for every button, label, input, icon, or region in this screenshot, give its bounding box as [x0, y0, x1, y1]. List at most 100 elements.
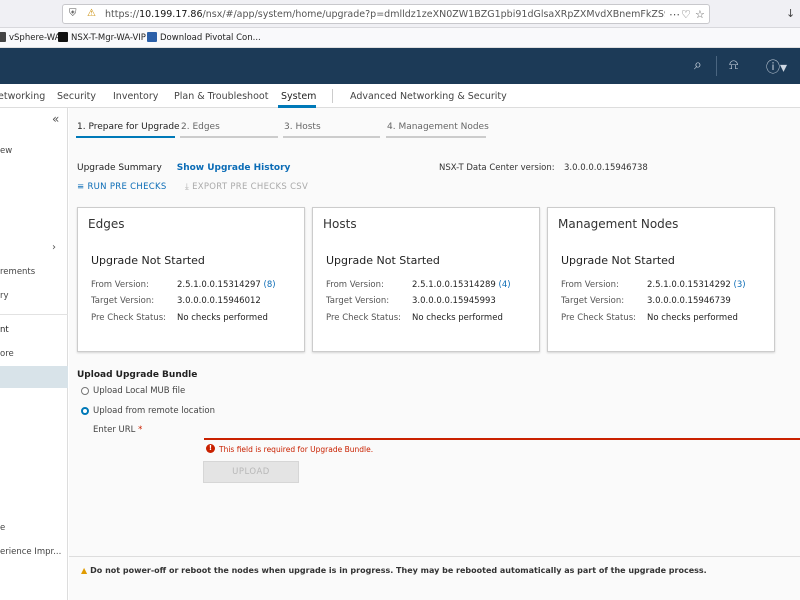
search-icon[interactable]: ⌕: [694, 57, 702, 73]
bell-icon[interactable]: ⍾: [729, 57, 738, 73]
radio-local-mub[interactable]: [81, 387, 89, 395]
bookmark-vsphere[interactable]: vSphere-WA: [0, 32, 60, 43]
tab-inventory[interactable]: Inventory: [113, 91, 158, 102]
bookmark-nsx[interactable]: NSX-T-Mgr-WA-VIP: [58, 32, 146, 43]
edges-card: Edges Upgrade Not Started From Version: …: [77, 207, 305, 352]
sidebar: « ew › rements ry nt ore e erience Impr.…: [0, 108, 68, 600]
version-value: 3.0.0.0.0.15946738: [564, 163, 648, 173]
sidebar-item-e[interactable]: e: [0, 523, 5, 533]
sidebar-item-upgrade-active[interactable]: [0, 366, 68, 388]
url-text[interactable]: https://10.199.17.86/nsx/#/app/system/ho…: [105, 9, 665, 20]
step-edges[interactable]: 2. Edges: [181, 122, 220, 132]
tab-networking[interactable]: etworking: [0, 91, 45, 102]
main-content: 1. Prepare for Upgrade 2. Edges 3. Hosts…: [69, 108, 800, 600]
address-bar[interactable]: ⛨ ⚠ https://10.199.17.86/nsx/#/app/syste…: [62, 4, 710, 24]
radio-remote-location[interactable]: [81, 407, 89, 415]
more-icon[interactable]: ⋯: [669, 8, 680, 21]
step-hosts-bar: [283, 136, 380, 138]
card-status: Upgrade Not Started: [561, 254, 675, 267]
step-management-bar: [386, 136, 486, 138]
management-nodes-card: Management Nodes Upgrade Not Started Fro…: [547, 207, 775, 352]
sidebar-item-overview[interactable]: ew: [0, 146, 12, 156]
edges-count-link[interactable]: (8): [264, 280, 276, 290]
sidebar-item-requirements[interactable]: rements: [0, 267, 35, 277]
url-field-label: Enter URL *: [93, 425, 143, 435]
step-edges-bar: [180, 136, 278, 138]
nav-divider: [332, 89, 333, 103]
step-management-nodes[interactable]: 4. Management Nodes: [387, 122, 489, 132]
insecure-lock-icon[interactable]: ⚠: [87, 8, 96, 19]
card-title: Hosts: [323, 217, 357, 231]
checklist-icon: ≡: [77, 182, 85, 192]
radio-remote-label[interactable]: Upload from remote location: [93, 406, 215, 416]
version-label: NSX-T Data Center version:: [439, 163, 555, 173]
from-version-value: 2.5.1.0.0.15314292 (3): [647, 280, 746, 290]
help-icon[interactable]: ⓘ▾: [766, 57, 787, 77]
sidebar-divider: [0, 314, 68, 315]
hosts-card: Hosts Upgrade Not Started From Version: …: [312, 207, 540, 352]
upload-bundle-title: Upload Upgrade Bundle: [77, 370, 198, 380]
collapse-sidebar-icon[interactable]: «: [52, 112, 59, 126]
target-version-label: Target Version:: [561, 296, 625, 306]
pivotal-icon: [147, 32, 157, 42]
tab-plan-troubleshoot[interactable]: Plan & Troubleshoot: [174, 91, 268, 102]
app-header: ⌕ ⍾ ⓘ▾: [0, 48, 800, 84]
step-prepare-bar: [76, 136, 175, 138]
upgrade-summary: Upgrade Summary Show Upgrade History: [77, 163, 290, 173]
warning-icon: ▲: [81, 566, 88, 575]
upload-button[interactable]: UPLOAD: [203, 461, 299, 483]
chevron-right-icon[interactable]: ›: [52, 242, 56, 253]
run-pre-checks-button[interactable]: ≡ RUN PRE CHECKS: [77, 182, 167, 192]
url-error-message: This field is required for Upgrade Bundl…: [219, 445, 374, 454]
sidebar-item-backup-restore[interactable]: ore: [0, 349, 14, 359]
target-version-value: 3.0.0.0.0.15945993: [412, 296, 496, 306]
from-version-value: 2.5.1.0.0.15314289 (4): [412, 280, 511, 290]
bookmark-pivotal[interactable]: Download Pivotal Con...: [147, 32, 261, 43]
precheck-label: Pre Check Status:: [561, 313, 637, 323]
footer-divider: [69, 556, 800, 557]
download-icon: ⤓: [185, 182, 190, 192]
star-icon[interactable]: ☆: [695, 8, 705, 21]
card-title: Edges: [88, 217, 125, 231]
sidebar-item-experience[interactable]: erience Impr...: [0, 547, 61, 557]
nodes-count-link[interactable]: (3): [734, 280, 746, 290]
top-nav: etworking Security Inventory Plan & Trou…: [0, 84, 800, 108]
from-version-label: From Version:: [326, 280, 384, 290]
url-input[interactable]: [204, 438, 800, 440]
target-version-label: Target Version:: [91, 296, 155, 306]
download-icon[interactable]: ↓: [786, 7, 795, 20]
precheck-value: No checks performed: [647, 313, 738, 323]
card-status: Upgrade Not Started: [91, 254, 205, 267]
nsx-icon: [58, 32, 68, 42]
tab-advanced-networking[interactable]: Advanced Networking & Security: [350, 91, 507, 102]
pocket-icon[interactable]: ♡: [681, 8, 691, 21]
from-version-label: From Version:: [91, 280, 149, 290]
hosts-count-link[interactable]: (4): [499, 280, 511, 290]
sidebar-item-inventory[interactable]: ry: [0, 291, 9, 301]
show-history-link[interactable]: Show Upgrade History: [177, 163, 291, 173]
browser-toolbar: ⛨ ⚠ https://10.199.17.86/nsx/#/app/syste…: [0, 0, 800, 28]
from-version-label: From Version:: [561, 280, 619, 290]
from-version-value: 2.5.1.0.0.15314297 (8): [177, 280, 276, 290]
header-divider: [716, 56, 717, 76]
precheck-value: No checks performed: [177, 313, 268, 323]
target-version-label: Target Version:: [326, 296, 390, 306]
sidebar-item-management[interactable]: nt: [0, 325, 9, 335]
card-title: Management Nodes: [558, 217, 679, 231]
card-status: Upgrade Not Started: [326, 254, 440, 267]
step-hosts[interactable]: 3. Hosts: [284, 122, 321, 132]
target-version-value: 3.0.0.0.0.15946739: [647, 296, 731, 306]
precheck-value: No checks performed: [412, 313, 503, 323]
tab-security[interactable]: Security: [57, 91, 96, 102]
shield-icon[interactable]: ⛨: [69, 8, 77, 19]
step-prepare[interactable]: 1. Prepare for Upgrade: [77, 122, 180, 132]
radio-local-label[interactable]: Upload Local MUB file: [93, 386, 185, 396]
tab-system[interactable]: System: [281, 91, 316, 102]
export-csv-button[interactable]: ⤓ EXPORT PRE CHECKS CSV: [185, 182, 308, 192]
upgrade-warning: ▲ Do not power-off or reboot the nodes wh…: [81, 566, 707, 575]
target-version-value: 3.0.0.0.0.15946012: [177, 296, 261, 306]
summary-title: Upgrade Summary: [77, 163, 162, 173]
precheck-label: Pre Check Status:: [91, 313, 167, 323]
error-icon: !: [206, 444, 215, 453]
vsphere-icon: [0, 32, 6, 42]
